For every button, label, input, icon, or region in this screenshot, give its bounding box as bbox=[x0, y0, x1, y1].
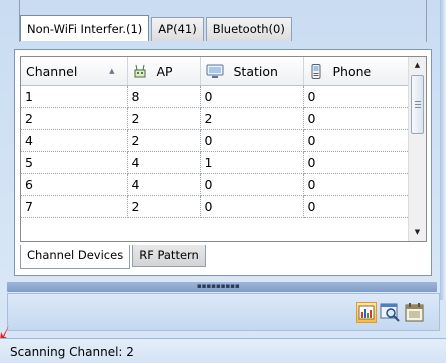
channel-devices-panel: Channel ▲ AP Station Phone 1 8 0 0 2 2 2… bbox=[14, 49, 432, 276]
sort-ascending-icon: ▲ bbox=[109, 67, 115, 75]
cell-station: 0 bbox=[200, 85, 304, 108]
cell-ap: 2 bbox=[127, 129, 201, 152]
cell-station: 0 bbox=[200, 195, 304, 218]
cell-ap: 4 bbox=[127, 151, 201, 174]
splitter-grip-icon: ▪▪▪▪▪▪▪▪▪ bbox=[197, 282, 240, 290]
tab-bluetooth[interactable]: Bluetooth(0) bbox=[205, 17, 292, 41]
search-window-icon bbox=[380, 303, 400, 322]
thumb-grip bbox=[415, 104, 421, 105]
column-header-ap[interactable]: AP bbox=[127, 57, 201, 86]
view-toolbar bbox=[7, 293, 440, 331]
cell-ap: 2 bbox=[127, 195, 201, 218]
cell-phone: 0 bbox=[303, 173, 410, 196]
channel-table: Channel ▲ AP Station Phone 1 8 0 0 2 2 2… bbox=[21, 57, 410, 218]
bar-chart-button[interactable] bbox=[356, 302, 377, 323]
tab-ap[interactable]: AP(41) bbox=[151, 17, 204, 41]
status-text: Scanning Channel: 2 bbox=[10, 345, 134, 359]
cell-channel: 4 bbox=[21, 129, 128, 152]
tab-rf-pattern[interactable]: RF Pattern bbox=[132, 245, 206, 267]
window-edge bbox=[440, 0, 446, 300]
cell-channel: 7 bbox=[21, 195, 128, 218]
panel-splitter[interactable]: ▪▪▪▪▪▪▪▪▪ bbox=[7, 282, 437, 292]
table-row[interactable]: 2 2 2 0 bbox=[21, 107, 410, 130]
cell-phone: 0 bbox=[303, 107, 410, 130]
cell-channel: 1 bbox=[21, 85, 128, 108]
cell-channel: 6 bbox=[21, 173, 128, 196]
cell-phone: 0 bbox=[303, 195, 410, 218]
table-row[interactable]: 6 4 0 0 bbox=[21, 173, 410, 196]
table-row[interactable]: 1 8 0 0 bbox=[21, 85, 410, 108]
table-row[interactable]: 7 2 0 0 bbox=[21, 195, 410, 218]
calendar-button[interactable] bbox=[404, 302, 425, 323]
column-header-label: AP bbox=[156, 63, 173, 79]
cell-phone: 0 bbox=[303, 85, 410, 108]
cell-ap: 2 bbox=[127, 107, 201, 130]
thumb-grip bbox=[415, 101, 421, 102]
cell-channel: 2 bbox=[21, 107, 128, 130]
cell-station: 0 bbox=[200, 173, 304, 196]
cell-phone: 0 bbox=[303, 129, 410, 152]
access-point-icon bbox=[134, 64, 145, 78]
status-bar: Scanning Channel: 2 bbox=[0, 338, 446, 363]
table-row[interactable]: 4 2 0 0 bbox=[21, 129, 410, 152]
cell-ap: 8 bbox=[127, 85, 201, 108]
column-header-phone[interactable]: Phone bbox=[303, 57, 410, 86]
cell-ap: 4 bbox=[127, 173, 201, 196]
scroll-down-arrow-icon[interactable]: ▼ bbox=[409, 224, 426, 241]
table-header-row: Channel ▲ AP Station Phone bbox=[21, 57, 410, 86]
tab-channel-devices[interactable]: Channel Devices bbox=[20, 245, 131, 269]
column-header-station[interactable]: Station bbox=[200, 57, 304, 86]
cell-phone: 0 bbox=[303, 151, 410, 174]
bottom-tab-strip: Channel Devices RF Pattern bbox=[20, 245, 206, 269]
cell-station: 1 bbox=[200, 151, 304, 174]
column-header-label: Station bbox=[233, 63, 278, 79]
bar-chart-icon bbox=[358, 305, 375, 320]
calendar-icon bbox=[405, 303, 424, 322]
table-row[interactable]: 5 4 1 0 bbox=[21, 151, 410, 174]
scroll-thumb[interactable] bbox=[411, 75, 424, 134]
monitor-icon bbox=[206, 64, 223, 78]
column-header-label: Channel bbox=[26, 63, 78, 79]
phone-icon bbox=[311, 63, 320, 79]
channel-grid: Channel ▲ AP Station Phone 1 8 0 0 2 2 2… bbox=[20, 56, 427, 242]
thumb-grip bbox=[415, 107, 421, 108]
vertical-scrollbar[interactable]: ▲ ▼ bbox=[408, 57, 426, 241]
column-header-channel[interactable]: Channel ▲ bbox=[21, 57, 128, 86]
search-window-button[interactable] bbox=[380, 302, 401, 323]
top-tab-strip: Non-WiFi Interfer.(1) AP(41) Bluetooth(0… bbox=[20, 15, 292, 41]
scroll-up-arrow-icon[interactable]: ▲ bbox=[409, 57, 426, 74]
cell-station: 2 bbox=[200, 107, 304, 130]
cell-station: 0 bbox=[200, 129, 304, 152]
tab-non-wifi-interference[interactable]: Non-WiFi Interfer.(1) bbox=[20, 15, 150, 41]
cell-channel: 5 bbox=[21, 151, 128, 174]
column-header-label: Phone bbox=[332, 63, 372, 79]
